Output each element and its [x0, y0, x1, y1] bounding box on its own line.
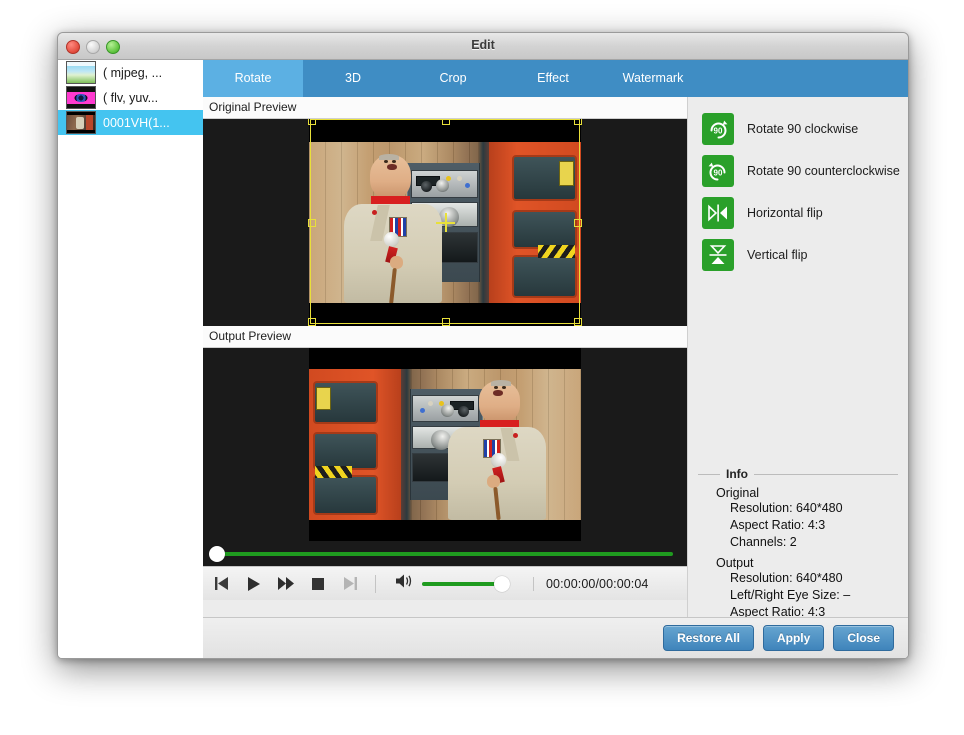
tab-crop[interactable]: Crop	[403, 60, 503, 97]
seek-track[interactable]	[215, 552, 673, 556]
output-video-frame	[309, 348, 581, 541]
preview-column: Original Preview Output Preview 00:00:00…	[203, 97, 687, 658]
list-item-label: ( flv, yuv...	[103, 90, 159, 105]
fast-forward-icon[interactable]	[277, 575, 295, 593]
rotate-90-counterclockwise-row[interactable]: 90 Rotate 90 counterclockwise	[702, 150, 908, 192]
mjpeg-thumbnail	[66, 61, 96, 84]
horizontal-flip-row[interactable]: Horizontal flip	[702, 192, 908, 234]
svg-text:90: 90	[714, 169, 723, 178]
list-item-label: ( mjpeg, ...	[103, 65, 163, 80]
skip-to-end-icon[interactable]	[341, 575, 359, 593]
output-preview-header: Output Preview	[203, 326, 687, 348]
transport-divider	[375, 574, 376, 593]
vertical-flip-icon[interactable]	[702, 239, 734, 271]
list-item-label: 0001VH(1...	[103, 115, 170, 130]
volume-control[interactable]	[396, 574, 510, 593]
rotate-cw-label: Rotate 90 clockwise	[747, 122, 859, 136]
original-video-frame	[309, 119, 581, 326]
edit-tab-bar[interactable]: Rotate 3D Crop Effect Watermark	[203, 60, 908, 97]
info-panel: Info Original Resolution: 640*480 Aspect…	[698, 467, 898, 638]
rotate-options-panel: 90 Rotate 90 clockwise 90 Rotate 90 coun…	[687, 97, 908, 658]
tab-3d[interactable]: 3D	[303, 60, 403, 97]
info-legend-label: Info	[726, 467, 748, 481]
tab-rotate[interactable]: Rotate	[203, 60, 303, 97]
rotate-ccw-icon[interactable]: 90	[702, 155, 734, 187]
restore-all-button[interactable]: Restore All	[663, 625, 754, 651]
volume-track[interactable]	[422, 575, 510, 592]
svg-text:90: 90	[714, 127, 723, 136]
seek-bar[interactable]	[203, 541, 687, 566]
window-titlebar: Edit	[58, 33, 908, 60]
transport-controls: 00:00:00/00:00:04	[203, 566, 687, 600]
rotate-ccw-label: Rotate 90 counterclockwise	[747, 164, 900, 178]
volume-thumb[interactable]	[494, 575, 510, 592]
tab-effect[interactable]: Effect	[503, 60, 603, 97]
original-preview-stage[interactable]	[203, 119, 687, 326]
info-legend: Info	[698, 467, 898, 481]
edit-window: Edit ( mjpeg, ... ( flv, yuv... 0001VH(1…	[57, 32, 909, 659]
info-output-resolution: Resolution: 640*480	[730, 571, 843, 585]
apply-button[interactable]: Apply	[762, 625, 825, 651]
volume-icon[interactable]	[396, 574, 414, 593]
tab-watermark[interactable]: Watermark	[603, 60, 703, 97]
window-title: Edit	[471, 38, 495, 52]
rotate-cw-icon[interactable]: 90	[702, 113, 734, 145]
info-original-aspect-ratio: Aspect Ratio: 4:3	[730, 518, 826, 532]
vertical-flip-label: Vertical flip	[747, 248, 808, 262]
original-preview-header: Original Preview	[203, 97, 687, 119]
output-preview-stage[interactable]	[203, 348, 687, 541]
seek-thumb[interactable]	[209, 546, 225, 562]
horizontal-flip-label: Horizontal flip	[747, 206, 823, 220]
close-button[interactable]: Close	[833, 625, 894, 651]
dialog-footer: Restore All Apply Close	[203, 617, 908, 658]
info-output-group: Output	[716, 556, 754, 570]
horizontal-flip-icon[interactable]	[702, 197, 734, 229]
info-output-eye-size: Left/Right Eye Size: –	[730, 588, 851, 602]
vertical-flip-row[interactable]: Vertical flip	[702, 234, 908, 276]
skip-to-start-icon[interactable]	[213, 575, 231, 593]
video-thumbnail	[66, 111, 96, 134]
list-item-selected[interactable]: 0001VH(1...	[58, 110, 203, 135]
flv-thumbnail	[66, 86, 96, 109]
list-item[interactable]: ( mjpeg, ...	[58, 60, 203, 85]
info-original-resolution: Resolution: 640*480	[730, 501, 843, 515]
rotate-90-clockwise-row[interactable]: 90 Rotate 90 clockwise	[702, 108, 908, 150]
info-original-group: Original	[716, 486, 760, 500]
window-body: ( mjpeg, ... ( flv, yuv... 0001VH(1... R…	[58, 60, 908, 658]
info-original-channels: Channels: 2	[730, 535, 797, 549]
play-icon[interactable]	[245, 575, 263, 593]
timecode-display: 00:00:00/00:00:04	[533, 576, 649, 591]
list-item[interactable]: ( flv, yuv...	[58, 85, 203, 110]
file-list-sidebar[interactable]: ( mjpeg, ... ( flv, yuv... 0001VH(1...	[58, 60, 204, 658]
stop-icon[interactable]	[309, 575, 327, 593]
